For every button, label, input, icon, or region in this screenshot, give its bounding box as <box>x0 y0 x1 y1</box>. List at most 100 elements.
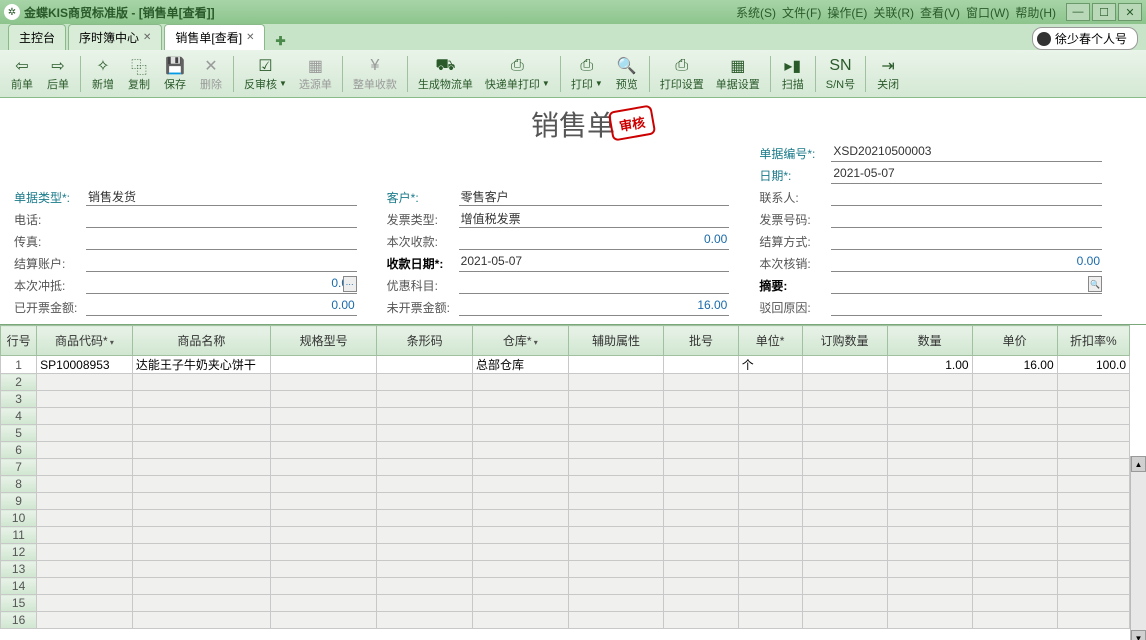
cell[interactable] <box>568 356 664 374</box>
cell[interactable] <box>377 374 473 391</box>
tab[interactable]: 主控台 <box>8 24 66 50</box>
cell[interactable]: 14 <box>1 578 37 595</box>
cell[interactable] <box>568 459 664 476</box>
cell[interactable] <box>132 612 270 629</box>
cell[interactable] <box>271 527 377 544</box>
chevron-down-icon[interactable]: ▾ <box>108 338 114 347</box>
cell[interactable] <box>1057 442 1129 459</box>
cell[interactable] <box>887 561 972 578</box>
cell[interactable] <box>1057 493 1129 510</box>
cell[interactable]: 11 <box>1 527 37 544</box>
new-tab-button[interactable]: ✚ <box>271 32 289 50</box>
cell[interactable]: 4 <box>1 408 37 425</box>
cell[interactable] <box>802 459 887 476</box>
cell[interactable] <box>887 612 972 629</box>
cell[interactable] <box>738 493 802 510</box>
cell[interactable] <box>37 544 133 561</box>
cell[interactable] <box>802 595 887 612</box>
cell[interactable] <box>972 408 1057 425</box>
contact-field[interactable] <box>831 188 1102 206</box>
cell[interactable] <box>132 391 270 408</box>
menu-item[interactable]: 关联(R) <box>873 4 914 21</box>
cell[interactable] <box>472 476 568 493</box>
cell[interactable] <box>1057 425 1129 442</box>
cell[interactable] <box>972 493 1057 510</box>
cell[interactable] <box>1057 476 1129 493</box>
cell[interactable] <box>132 476 270 493</box>
cell[interactable] <box>887 459 972 476</box>
items-grid[interactable]: 行号商品代码* ▾商品名称规格型号条形码仓库* ▾辅助属性批号单位*订购数量数量… <box>0 325 1130 629</box>
table-row[interactable]: 1SP10008953达能王子牛奶夹心饼干总部仓库个1.0016.00100.0 <box>1 356 1130 374</box>
cell[interactable] <box>377 578 473 595</box>
cell[interactable] <box>887 391 972 408</box>
genlog-button[interactable]: ⛟生成物流单 <box>412 52 479 96</box>
cell[interactable] <box>377 408 473 425</box>
cell[interactable] <box>887 493 972 510</box>
cell[interactable] <box>132 425 270 442</box>
cell[interactable] <box>472 595 568 612</box>
cell[interactable] <box>472 544 568 561</box>
bill-type-field[interactable]: 销售发货 <box>86 188 357 206</box>
table-row[interactable]: 11 <box>1 527 1130 544</box>
cell[interactable] <box>972 442 1057 459</box>
cell[interactable] <box>568 527 664 544</box>
cell[interactable] <box>472 612 568 629</box>
date-field[interactable]: 2021-05-07 <box>831 166 1102 184</box>
cell[interactable]: 8 <box>1 476 37 493</box>
invoice-type-field[interactable]: 增值税发票 <box>459 210 730 228</box>
cell[interactable] <box>472 374 568 391</box>
cell[interactable] <box>37 442 133 459</box>
table-row[interactable]: 12 <box>1 544 1130 561</box>
cell[interactable] <box>132 561 270 578</box>
preview-button[interactable]: 🔍预览 <box>609 52 645 96</box>
cell[interactable] <box>738 374 802 391</box>
column-header[interactable]: 折扣率% <box>1057 326 1129 356</box>
cell[interactable] <box>664 578 738 595</box>
cell[interactable] <box>738 408 802 425</box>
cell[interactable] <box>664 493 738 510</box>
cell[interactable] <box>972 391 1057 408</box>
table-row[interactable]: 6 <box>1 442 1130 459</box>
cell[interactable]: 5 <box>1 425 37 442</box>
menu-item[interactable]: 帮助(H) <box>1015 4 1056 21</box>
reject-reason-field[interactable] <box>831 298 1102 316</box>
menu-item[interactable]: 窗口(W) <box>966 4 1009 21</box>
copy-button[interactable]: ⿻复制 <box>121 52 157 96</box>
offset-field[interactable]: 0.00⋯ <box>86 276 357 294</box>
column-header[interactable]: 条形码 <box>377 326 473 356</box>
cell[interactable] <box>271 561 377 578</box>
cell[interactable] <box>37 425 133 442</box>
cell[interactable] <box>37 612 133 629</box>
cell[interactable] <box>664 544 738 561</box>
cell[interactable] <box>568 561 664 578</box>
cell[interactable] <box>972 612 1057 629</box>
cell[interactable] <box>802 612 887 629</box>
tab[interactable]: 序时簿中心✕ <box>68 24 162 50</box>
cell[interactable] <box>132 408 270 425</box>
menu-item[interactable]: 查看(V) <box>920 4 960 21</box>
table-row[interactable]: 13 <box>1 561 1130 578</box>
cell[interactable] <box>802 408 887 425</box>
cell[interactable] <box>37 527 133 544</box>
cell[interactable] <box>1057 561 1129 578</box>
cell[interactable] <box>132 544 270 561</box>
picker-icon[interactable]: ⋯ <box>343 276 357 292</box>
cell[interactable] <box>37 374 133 391</box>
table-row[interactable]: 7 <box>1 459 1130 476</box>
table-row[interactable]: 9 <box>1 493 1130 510</box>
cell[interactable] <box>132 459 270 476</box>
cell[interactable]: 9 <box>1 493 37 510</box>
cell[interactable] <box>37 476 133 493</box>
cell[interactable] <box>738 459 802 476</box>
cell[interactable] <box>568 425 664 442</box>
cell[interactable] <box>377 510 473 527</box>
cell[interactable]: SP10008953 <box>37 356 133 374</box>
cell[interactable] <box>802 391 887 408</box>
cell[interactable] <box>664 595 738 612</box>
cell[interactable] <box>738 561 802 578</box>
cell[interactable] <box>972 561 1057 578</box>
tab[interactable]: 销售单[查看]✕ <box>164 24 265 50</box>
cell[interactable] <box>1057 527 1129 544</box>
table-row[interactable]: 15 <box>1 595 1130 612</box>
cell[interactable] <box>568 493 664 510</box>
